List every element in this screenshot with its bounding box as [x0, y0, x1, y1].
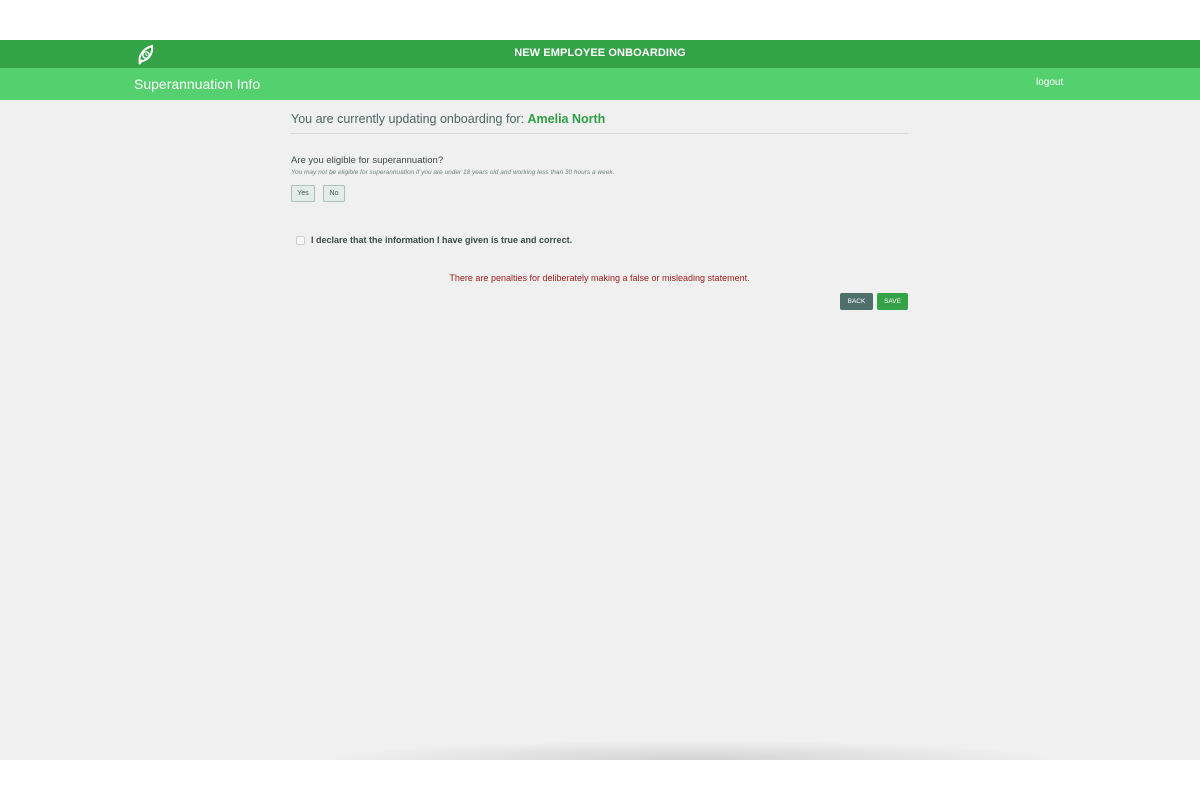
logout-link[interactable]: logout: [1036, 77, 1063, 88]
superannuation-question: Are you eligible for superannuation?: [291, 155, 444, 166]
top-header-bar: NEW EMPLOYEE ONBOARDING: [0, 40, 1200, 68]
declaration-checkbox[interactable]: [296, 235, 305, 245]
eligibility-button-group: Yes No: [291, 185, 908, 202]
app-title: NEW EMPLOYEE ONBOARDING: [514, 47, 686, 59]
no-button[interactable]: No: [323, 185, 345, 202]
penalty-notice: There are penalties for deliberately mak…: [449, 273, 750, 283]
back-button[interactable]: BACK: [840, 293, 873, 310]
superannuation-hint: You may not be eligible for superannuati…: [291, 169, 615, 176]
page-title: Superannuation Info: [134, 76, 261, 92]
declaration-row: I declare that the information I have gi…: [291, 235, 908, 245]
save-button[interactable]: SAVE: [877, 293, 908, 310]
employee-banner: You are currently updating onboarding fo…: [291, 112, 908, 134]
employee-banner-prefix: You are currently updating onboarding fo…: [291, 112, 528, 126]
form-actions: BACK SAVE: [291, 293, 908, 310]
employee-name: Amelia North: [527, 112, 606, 126]
declaration-label: I declare that the information I have gi…: [311, 235, 573, 245]
app-window: NEW EMPLOYEE ONBOARDING Superannuation I…: [0, 40, 1200, 760]
footer-shadow: [320, 740, 1060, 760]
yes-button[interactable]: Yes: [291, 185, 315, 202]
page-header-bar: Superannuation Info logout: [0, 68, 1200, 100]
onboarding-form: You are currently updating onboarding fo…: [291, 112, 908, 310]
